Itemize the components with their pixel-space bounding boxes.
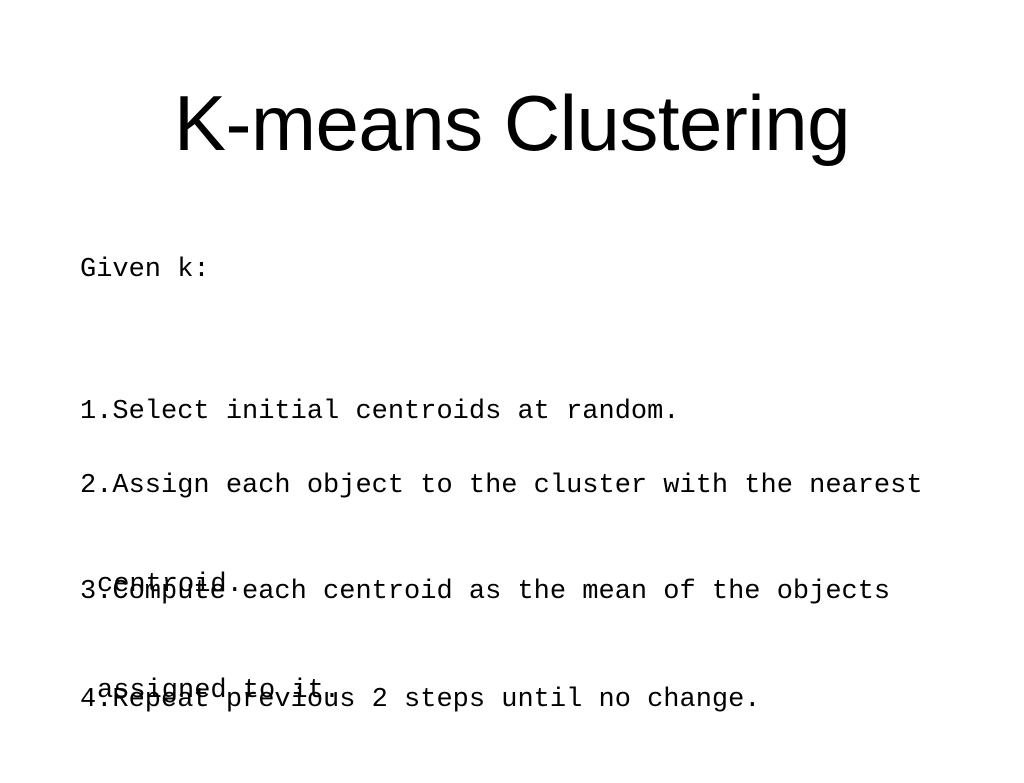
step-line: 2.Assign each object to the cluster with… — [80, 470, 923, 503]
step-line: 4.Repeat previous 2 steps until no chang… — [80, 684, 761, 717]
step-text: Compute each centroid as the mean of the… — [112, 577, 891, 607]
slide-title: K-means Clustering — [174, 79, 850, 167]
step-line: 3.Compute each centroid as the mean of t… — [80, 576, 890, 609]
step-text: Repeat previous 2 steps until no change. — [112, 685, 761, 715]
step-text: Assign each object to the cluster with t… — [112, 471, 923, 501]
intro-text: Given k: — [80, 255, 210, 285]
step-number: 2. — [80, 471, 113, 501]
step-number: 3. — [80, 577, 113, 607]
step-item: 4.Repeat previous 2 steps until no chang… — [80, 618, 761, 783]
step-number: 4. — [80, 685, 113, 715]
